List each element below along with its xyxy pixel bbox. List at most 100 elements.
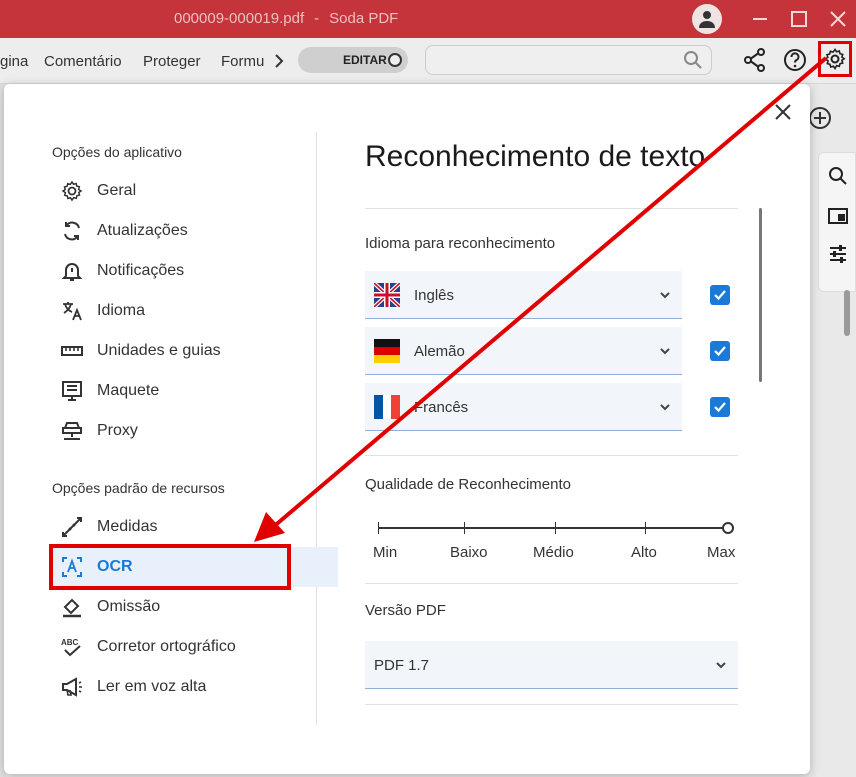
language-select-3[interactable]: Francês	[365, 383, 682, 431]
close-icon	[830, 11, 846, 27]
close-icon[interactable]	[772, 101, 794, 123]
divider	[365, 583, 738, 584]
pdf-version-select[interactable]: PDF 1.7	[365, 641, 738, 689]
help-icon[interactable]	[782, 47, 808, 73]
sidebar-item-atualizacoes[interactable]: Atualizações	[52, 211, 338, 251]
window-close-button[interactable]	[827, 8, 849, 30]
sidebar-item-label: Idioma	[97, 302, 146, 319]
chevron-down-icon	[660, 292, 670, 299]
slider-tick	[464, 522, 465, 534]
app-name: Soda PDF	[329, 10, 399, 27]
sidebar-item-label: Medidas	[97, 518, 158, 535]
menu-item-proteger[interactable]: Proteger	[143, 53, 201, 70]
sidebar-item-label: Maquete	[97, 382, 160, 399]
chevron-down-icon	[660, 404, 670, 411]
germany-flag-icon	[374, 339, 400, 363]
quality-slider[interactable]	[376, 520, 734, 540]
page-title: Reconhecimento de texto	[365, 140, 706, 173]
sidebar-item-unidades[interactable]: Unidades e guias	[52, 331, 338, 371]
sidebar-item-omissao[interactable]: Omissão	[52, 587, 338, 627]
edit-toggle-label: EDITAR	[343, 53, 387, 67]
checkmark-icon	[714, 290, 726, 301]
settings-dialog: Opções do aplicativo Geral Atualizações …	[4, 84, 810, 774]
ruler-icon	[61, 346, 83, 356]
quality-label-alto: Alto	[631, 544, 657, 561]
app-options-heading: Opções do aplicativo	[52, 144, 182, 160]
sidebar-item-label: Proxy	[97, 422, 138, 439]
menu-bar: gina Comentário Proteger Formu EDITAR	[0, 38, 856, 84]
language-name: Inglês	[414, 287, 455, 304]
layout-icon	[62, 381, 82, 401]
sidebar-item-corretor[interactable]: ABC Corretor ortográfico	[52, 627, 338, 667]
sidebar-item-maquete[interactable]: Maquete	[52, 371, 338, 411]
chevron-right-icon[interactable]	[272, 53, 286, 69]
sidebar-item-geral[interactable]: Geral	[52, 171, 338, 211]
megaphone-icon	[62, 677, 82, 697]
sidebar-item-label: Notificações	[97, 262, 185, 279]
language-select-1[interactable]: Inglês	[365, 271, 682, 319]
slider-track	[378, 527, 726, 529]
search-input[interactable]	[434, 51, 674, 69]
sidebar-item-medidas[interactable]: Medidas	[52, 507, 338, 547]
minimize-icon	[753, 18, 767, 20]
divider	[365, 208, 738, 209]
minimize-button[interactable]	[749, 8, 771, 30]
eraser-icon	[63, 598, 81, 618]
edit-toggle[interactable]: EDITAR	[298, 47, 408, 73]
search-icon[interactable]	[827, 165, 849, 187]
quality-heading: Qualidade de Reconhecimento	[365, 476, 571, 493]
language-name: Alemão	[414, 343, 465, 360]
svg-text:ABC: ABC	[61, 638, 79, 647]
quality-label-baixo: Baixo	[450, 544, 488, 561]
language-checkbox-1[interactable]	[710, 285, 730, 305]
checkmark-icon	[714, 346, 726, 357]
user-icon	[699, 11, 715, 28]
language-select-2[interactable]: Alemão	[365, 327, 682, 375]
gear-icon	[824, 48, 846, 70]
measure-icon	[62, 517, 82, 537]
divider	[365, 704, 738, 705]
search-box	[425, 45, 712, 75]
slider-tick	[555, 522, 556, 534]
sliders-icon[interactable]	[827, 243, 849, 265]
menu-item-formularios[interactable]: Formu	[221, 53, 264, 70]
share-icon[interactable]	[742, 47, 768, 73]
language-checkbox-3[interactable]	[710, 397, 730, 417]
sidebar-item-label: Unidades e guias	[97, 342, 221, 359]
maximize-button[interactable]	[788, 8, 810, 30]
menu-item-pagina[interactable]: gina	[0, 53, 28, 70]
uk-flag-icon	[374, 283, 400, 307]
account-avatar[interactable]	[692, 4, 722, 34]
window-title: 000009-000019.pdf - Soda PDF	[174, 10, 398, 27]
sidebar-item-ler-em-voz-alta[interactable]: Ler em voz alta	[52, 667, 338, 707]
sidebar-item-idioma[interactable]: Idioma	[52, 291, 338, 331]
bell-icon	[61, 263, 83, 281]
search-icon[interactable]	[683, 50, 703, 70]
rail-scrollbar[interactable]	[844, 290, 850, 336]
language-heading: Idioma para reconhecimento	[365, 235, 556, 252]
sidebar-item-label: Omissão	[97, 598, 161, 615]
france-flag-icon	[374, 395, 400, 419]
sidebar-item-proxy[interactable]: Proxy	[52, 411, 338, 451]
slider-tick	[645, 522, 646, 534]
menu-item-comentario[interactable]: Comentário	[44, 53, 122, 70]
language-checkbox-2[interactable]	[710, 341, 730, 361]
quality-label-min: Min	[373, 544, 398, 561]
sidebar-item-notificacoes[interactable]: Notificações	[52, 251, 338, 291]
sidebar-item-label: Ler em voz alta	[97, 678, 207, 695]
resource-options-heading: Opções padrão de recursos	[52, 480, 225, 496]
spellcheck-icon: ABC	[61, 638, 81, 657]
quality-label-max: Max	[707, 544, 736, 561]
panel-icon[interactable]	[827, 205, 849, 227]
add-tab-icon[interactable]	[808, 106, 832, 130]
document-filename: 000009-000019.pdf	[174, 10, 305, 27]
gear-icon	[61, 180, 83, 202]
settings-button[interactable]	[818, 41, 852, 77]
content-scrollbar[interactable]	[759, 208, 762, 382]
title-separator: -	[314, 10, 320, 27]
slider-thumb[interactable]	[722, 522, 734, 534]
maximize-icon	[791, 11, 807, 27]
divider	[365, 455, 738, 456]
proxy-icon	[62, 422, 82, 440]
quality-label-medio: Médio	[533, 544, 574, 561]
